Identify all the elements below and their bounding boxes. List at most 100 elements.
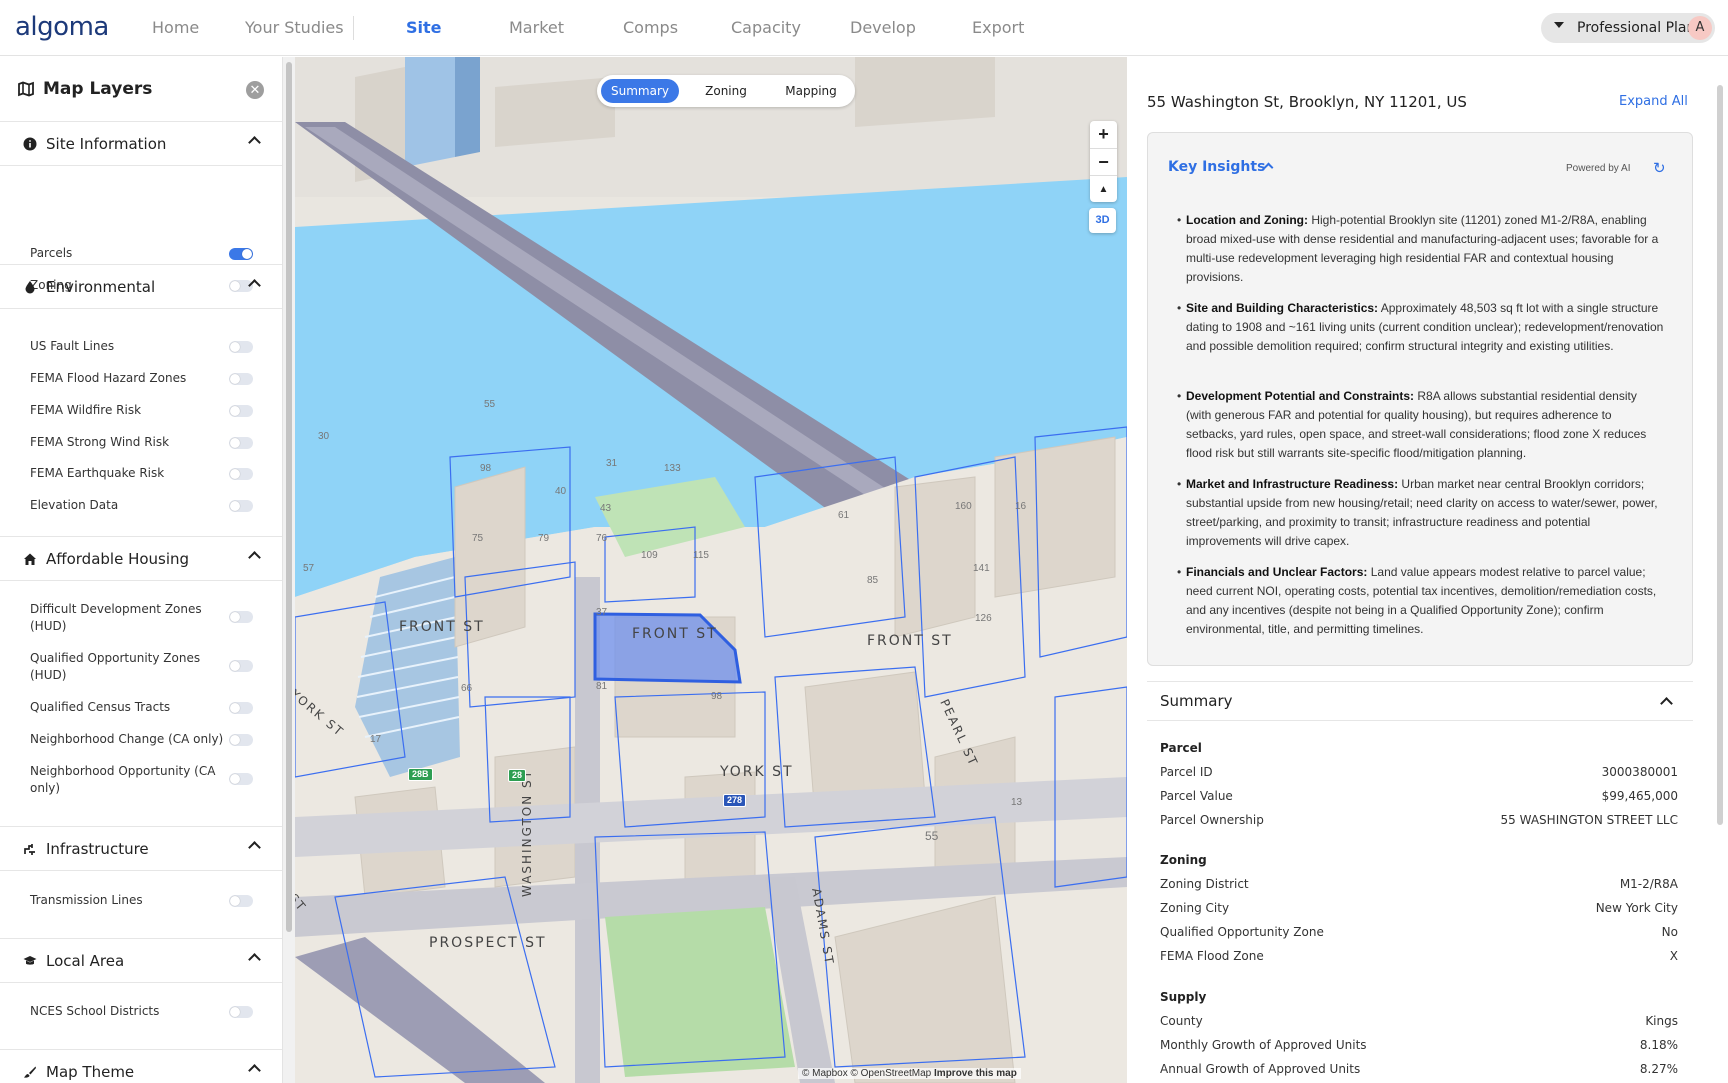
section-affordable-housing: Affordable Housing Difficult Development… xyxy=(0,536,282,826)
chevron-up-icon[interactable] xyxy=(248,551,261,564)
summary-key: Zoning District xyxy=(1160,877,1249,891)
section-map-theme: Map Theme xyxy=(0,1049,282,1083)
sidebar-scrollbar-thumb[interactable] xyxy=(286,62,292,932)
section-header-affordable-housing[interactable]: Affordable Housing xyxy=(0,537,282,581)
view-tab-summary[interactable]: Summary xyxy=(601,79,679,103)
lot-number: 160 xyxy=(955,501,972,512)
section-header-map-theme[interactable]: Map Theme xyxy=(0,1050,282,1083)
summary-value: New York City xyxy=(1595,901,1678,915)
map-layers-sidebar: Map Layers ✕ Site Information Parcels Zo… xyxy=(0,57,283,1083)
map-attribution[interactable]: © Mapbox © OpenStreetMap Improve this ma… xyxy=(798,1068,1021,1079)
summary-section-header[interactable]: Summary xyxy=(1147,681,1693,721)
layer-toggle[interactable] xyxy=(229,405,253,417)
street-label: PROSPECT ST xyxy=(429,935,547,951)
lot-number: 61 xyxy=(838,510,850,521)
compass-icon[interactable]: ▲ xyxy=(1090,175,1117,202)
home-icon xyxy=(24,553,36,565)
map-canvas[interactable]: FRONT ST FRONT ST FRONT ST YORK ST PROSP… xyxy=(295,57,1127,1083)
details-scrollbar[interactable] xyxy=(1717,85,1723,825)
lot-number: 79 xyxy=(538,533,550,544)
section-site-information: Site Information Parcels Zoning xyxy=(0,121,282,292)
plan-menu-button[interactable]: Professional Plan A xyxy=(1541,13,1715,43)
section-title: Infrastructure xyxy=(46,840,149,858)
layer-toggle[interactable] xyxy=(229,341,253,353)
insight-item: • Market and Infrastructure Readiness: Ur… xyxy=(1177,477,1658,548)
summary-value: M1-2/R8A xyxy=(1619,877,1678,891)
summary-key: Parcel ID xyxy=(1160,765,1213,779)
powered-by-ai-label: Powered by AI xyxy=(1566,163,1631,174)
insight-item: • Financials and Unclear Factors: Land va… xyxy=(1177,565,1657,636)
tab-your-studies[interactable]: Your Studies xyxy=(245,18,344,37)
top-nav-bar: algoma Home Your Studies Site Market Com… xyxy=(0,0,1728,56)
interstate-shield: 278 xyxy=(723,794,747,807)
view-tab-zoning[interactable]: Zoning xyxy=(687,79,765,103)
chevron-up-icon[interactable] xyxy=(248,953,261,966)
layer-label: Neighborhood Opportunity (CA only) xyxy=(30,764,216,795)
lot-number: 43 xyxy=(600,503,612,514)
avatar[interactable]: A xyxy=(1688,16,1712,40)
layer-label: NCES School Districts xyxy=(30,1004,160,1018)
section-header-site-information[interactable]: Site Information xyxy=(0,122,282,166)
brush-icon xyxy=(24,1066,36,1078)
section-header-environmental[interactable]: Environmental xyxy=(0,265,282,309)
layer-toggle[interactable] xyxy=(229,437,253,449)
section-title: Local Area xyxy=(46,952,125,970)
app-logo[interactable]: algoma xyxy=(15,12,109,42)
key-insights-title[interactable]: Key Insights xyxy=(1168,159,1265,175)
refresh-icon[interactable]: ↻ xyxy=(1653,159,1666,177)
tab-market[interactable]: Market xyxy=(509,18,564,37)
layer-toggle[interactable] xyxy=(229,373,253,385)
chevron-up-icon[interactable] xyxy=(248,1064,261,1077)
tab-home[interactable]: Home xyxy=(152,18,199,37)
chevron-up-icon[interactable] xyxy=(248,279,261,292)
lot-number: 115 xyxy=(693,550,709,561)
insight-item: • Development Potential and Constraints: … xyxy=(1177,389,1647,460)
lot-number: 17 xyxy=(370,734,382,745)
improve-map-link[interactable]: Improve this map xyxy=(934,1068,1017,1079)
map-icon xyxy=(18,81,34,97)
layer-toggle[interactable] xyxy=(229,500,253,512)
layer-label: Neighborhood Change (CA only) xyxy=(30,732,224,746)
school-icon xyxy=(23,956,37,965)
layer-toggle[interactable] xyxy=(229,895,253,907)
toggle-3d-button[interactable]: 3D xyxy=(1089,208,1116,233)
tab-site[interactable]: Site xyxy=(406,18,442,37)
chevron-up-icon[interactable] xyxy=(1660,697,1673,710)
view-tab-mapping[interactable]: Mapping xyxy=(772,79,850,103)
lot-number: 76 xyxy=(596,533,608,544)
tab-develop[interactable]: Develop xyxy=(850,18,916,37)
key-insights-card: Key Insights Powered by AI ↻ • Location a… xyxy=(1147,132,1693,666)
lot-number: 30 xyxy=(318,431,330,442)
summary-group-title: Parcel xyxy=(1160,741,1202,755)
lot-number: 57 xyxy=(303,563,315,574)
layer-label: Parcels xyxy=(30,246,73,260)
tab-comps[interactable]: Comps xyxy=(623,18,678,37)
layer-toggle[interactable] xyxy=(229,773,253,785)
chevron-up-icon[interactable] xyxy=(248,841,261,854)
lot-number: 98 xyxy=(480,463,492,474)
section-environmental: Environmental US Fault Lines FEMA Flood … xyxy=(0,264,282,536)
insight-heading: Market and Infrastructure Readiness: xyxy=(1186,477,1399,491)
zoom-in-button[interactable]: + xyxy=(1090,121,1117,148)
tab-capacity[interactable]: Capacity xyxy=(731,18,801,37)
section-header-local-area[interactable]: Local Area xyxy=(0,939,282,983)
summary-group-title: Zoning xyxy=(1160,853,1207,867)
parcels-toggle[interactable] xyxy=(229,248,253,260)
layer-toggle[interactable] xyxy=(229,1006,253,1018)
tab-export[interactable]: Export xyxy=(972,18,1024,37)
chevron-up-icon[interactable] xyxy=(248,136,261,149)
layer-toggle[interactable] xyxy=(229,660,253,672)
close-icon[interactable]: ✕ xyxy=(246,81,264,99)
layer-toggle[interactable] xyxy=(229,734,253,746)
section-header-infrastructure[interactable]: Infrastructure xyxy=(0,827,282,871)
summary-value: $99,465,000 xyxy=(1601,789,1678,803)
layer-toggle[interactable] xyxy=(229,702,253,714)
layer-toggle[interactable] xyxy=(229,468,253,480)
layer-label: FEMA Strong Wind Risk xyxy=(30,435,170,449)
street-label: WASHINGTON ST xyxy=(520,769,534,897)
zoom-out-button[interactable]: − xyxy=(1090,148,1117,175)
layer-toggle[interactable] xyxy=(229,611,253,623)
summary-key: Monthly Growth of Approved Units xyxy=(1160,1038,1367,1052)
layer-label: Transmission Lines xyxy=(30,893,143,907)
expand-all-button[interactable]: Expand All xyxy=(1619,94,1688,109)
